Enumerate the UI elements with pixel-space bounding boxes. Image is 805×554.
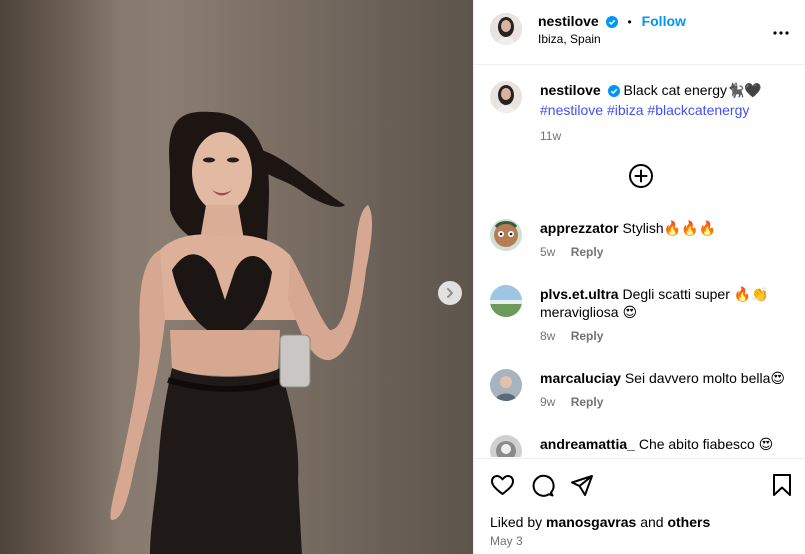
- comment-avatar[interactable]: [490, 285, 522, 317]
- comment-avatar[interactable]: [490, 369, 522, 401]
- comment-text: Stylish🔥🔥🔥: [622, 220, 716, 236]
- post-actions: Liked by manosgavras and others May 3: [474, 458, 805, 554]
- likes-summary: Liked by manosgavras and others: [490, 514, 710, 530]
- comment-item: marcaluciay Sei davvero molto bella😍 9w …: [490, 369, 790, 419]
- hashtag-link[interactable]: #nestilove: [540, 102, 603, 118]
- post-header: nestilove • Follow Ibiza, Spain: [474, 0, 805, 65]
- caption-username[interactable]: nestilove: [540, 82, 601, 98]
- next-photo-button[interactable]: [438, 281, 462, 305]
- hashtag-link[interactable]: #ibiza: [607, 102, 644, 118]
- comment-body: apprezzator Stylish🔥🔥🔥 5w Reply: [540, 219, 790, 261]
- liked-by-others[interactable]: others: [667, 514, 710, 530]
- heart-icon: [491, 475, 514, 495]
- comment-icon: [532, 474, 555, 497]
- load-more-comments-button[interactable]: [628, 163, 654, 192]
- caption: nestilove Black cat energy🐈‍⬛🖤 #nestilov…: [490, 81, 790, 143]
- comment-text: Che abito fiabesco 😍: [638, 436, 774, 452]
- comment-meta: 8w Reply: [540, 327, 790, 345]
- reply-button[interactable]: Reply: [571, 395, 604, 409]
- avatar-image: [490, 435, 522, 457]
- author-avatar[interactable]: [490, 13, 522, 45]
- comment-meta: 5w Reply: [540, 243, 790, 261]
- post-location[interactable]: Ibiza, Spain: [538, 32, 601, 46]
- post-date[interactable]: May 3: [490, 534, 523, 548]
- comment-text: Sei davvero molto bella😍: [624, 370, 785, 386]
- comment-button[interactable]: [530, 473, 555, 500]
- post-dialog: nestilove • Follow Ibiza, Spain nestilov…: [0, 0, 805, 554]
- comment-item: andreamattia_ Che abito fiabesco 😍: [490, 435, 790, 457]
- save-button[interactable]: [772, 473, 792, 500]
- verified-badge-icon: [607, 83, 620, 101]
- comment-body: andreamattia_ Che abito fiabesco 😍: [540, 435, 790, 453]
- author-username[interactable]: nestilove: [538, 13, 599, 29]
- comment-avatar[interactable]: [490, 219, 522, 251]
- bookmark-icon: [773, 474, 791, 496]
- caption-time: 11w: [540, 129, 562, 143]
- post-media[interactable]: [0, 0, 473, 554]
- chevron-right-icon: [447, 288, 453, 298]
- post-side-panel: nestilove • Follow Ibiza, Spain nestilov…: [473, 0, 805, 554]
- comment-item: apprezzator Stylish🔥🔥🔥 5w Reply: [490, 219, 790, 269]
- liked-by-prefix: Liked by: [490, 514, 543, 530]
- comment-item: plvs.et.ultra Degli scatti super 🔥👏 mera…: [490, 285, 790, 351]
- comment-time: 5w: [540, 245, 556, 259]
- reply-button[interactable]: Reply: [571, 245, 604, 259]
- avatar-image: [490, 369, 522, 401]
- reply-button[interactable]: Reply: [571, 329, 604, 343]
- comment-avatar[interactable]: [490, 435, 522, 457]
- comment-body: plvs.et.ultra Degli scatti super 🔥👏 mera…: [540, 285, 790, 345]
- post-photo: [110, 111, 373, 554]
- comments-list[interactable]: nestilove Black cat energy🐈‍⬛🖤 #nestilov…: [474, 66, 805, 457]
- avatar-image: [490, 81, 522, 113]
- add-circle-icon: [629, 164, 653, 188]
- hashtag-link[interactable]: #blackcatenergy: [647, 102, 749, 118]
- more-options-button[interactable]: [772, 23, 790, 39]
- like-button[interactable]: [490, 473, 515, 500]
- caption-avatar[interactable]: [490, 81, 522, 113]
- liked-by-and: and: [640, 514, 664, 530]
- separator-dot: •: [627, 15, 632, 29]
- comment-time: 8w: [540, 329, 556, 343]
- comment-username[interactable]: apprezzator: [540, 220, 619, 236]
- follow-button[interactable]: Follow: [642, 13, 686, 29]
- share-button[interactable]: [570, 473, 594, 500]
- comment-time: 9w: [540, 395, 556, 409]
- share-icon: [571, 475, 593, 496]
- verified-badge-icon: [605, 15, 618, 31]
- liked-by-user[interactable]: manosgavras: [546, 514, 636, 530]
- comment-meta: 9w Reply: [540, 393, 790, 411]
- avatar-image: [490, 219, 522, 251]
- avatar-image: [490, 285, 522, 317]
- caption-body: nestilove Black cat energy🐈‍⬛🖤 #nestilov…: [540, 81, 780, 145]
- caption-text: Black cat energy🐈‍⬛🖤: [623, 82, 762, 98]
- comment-username[interactable]: marcaluciay: [540, 370, 621, 386]
- more-options-icon: [773, 31, 789, 35]
- comment-username[interactable]: andreamattia_: [540, 436, 635, 452]
- comment-body: marcaluciay Sei davvero molto bella😍 9w …: [540, 369, 790, 411]
- header-user-line: nestilove • Follow: [538, 13, 686, 31]
- comment-username[interactable]: plvs.et.ultra: [540, 286, 619, 302]
- avatar-image: [490, 13, 522, 45]
